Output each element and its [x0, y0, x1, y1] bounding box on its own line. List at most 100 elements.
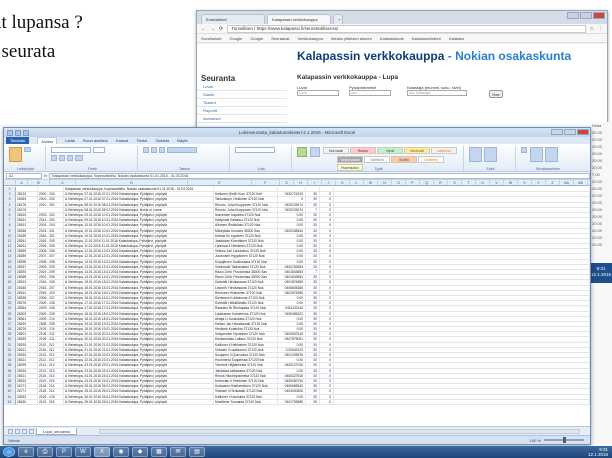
autosum-icon[interactable]: [521, 147, 527, 153]
underline-icon[interactable]: [67, 155, 73, 161]
sheet-nav-first-icon[interactable]: [8, 428, 13, 434]
bookmark-item[interactable]: Google: [229, 36, 242, 41]
minimize-button[interactable]: [567, 12, 579, 19]
font-size-select[interactable]: [93, 147, 105, 153]
reload-icon[interactable]: ⟳: [219, 26, 223, 32]
align-left-icon[interactable]: [143, 147, 149, 153]
column-header[interactable]: AA: [560, 180, 574, 185]
address-bar[interactable]: Turvallinen | https://www.kalapassi.fi/s…: [227, 24, 586, 33]
sheet-nav-last-icon[interactable]: [29, 428, 34, 434]
column-header[interactable]: D: [76, 180, 188, 185]
bookmark-item[interactable]: Ilmoita yhteisen alueen: [331, 36, 372, 41]
maximize-button[interactable]: [564, 129, 576, 135]
close-button[interactable]: [593, 12, 605, 19]
tab-review[interactable]: Tarkista: [155, 138, 169, 143]
tab-page-layout[interactable]: Sivun asettelu: [83, 138, 108, 143]
sidebar-item-luvat[interactable]: Luvat: [197, 83, 287, 91]
empty-cells[interactable]: [334, 399, 590, 405]
style-cell[interactable]: Selittävä: [364, 156, 390, 163]
close-button[interactable]: [577, 129, 589, 135]
column-header[interactable]: Z: [546, 180, 560, 185]
column-header[interactable]: T: [462, 180, 476, 185]
taskbar-app-icon[interactable]: ◆: [132, 447, 148, 457]
start-button[interactable]: [3, 447, 15, 457]
style-cell[interactable]: Neutraali: [403, 147, 430, 154]
column-header[interactable]: Y: [532, 180, 546, 185]
menu-icon[interactable]: ⋮: [598, 26, 603, 32]
find-select-icon[interactable]: [544, 147, 558, 162]
bookmark-item[interactable]: Seuraavat: [271, 36, 289, 41]
number-format-select[interactable]: [235, 147, 275, 153]
bookmark-item[interactable]: Google: [250, 36, 263, 41]
horizontal-scrollbar[interactable]: [98, 428, 580, 434]
column-header[interactable]: AC: [588, 180, 590, 185]
sort-filter-icon[interactable]: [529, 147, 543, 162]
table-cell[interactable]: 2119 - 215: [38, 399, 64, 405]
maximize-button[interactable]: [580, 12, 592, 19]
sheet-tab[interactable]: Lupa_seuranta: [36, 427, 77, 435]
bookmark-item[interactable]: Kalastus: [449, 36, 464, 41]
column-header[interactable]: L: [350, 180, 364, 185]
column-header[interactable]: W: [504, 180, 518, 185]
taskbar-app-icon[interactable]: ✉: [170, 447, 186, 457]
taskbar-app-icon[interactable]: e: [18, 447, 34, 457]
tab-home[interactable]: Aloitus: [37, 137, 58, 144]
formula-input[interactable]: Kalapassin verkkokauppa, hopeavaihtelu, …: [49, 172, 590, 179]
style-cell[interactable]: Syöttö: [391, 156, 417, 163]
bookmark-item[interactable]: Kalastusluvat: [380, 36, 404, 41]
fill-color-icon[interactable]: [75, 155, 83, 161]
taskbar-app-icon[interactable]: X: [94, 447, 110, 457]
column-header[interactable]: E: [188, 180, 252, 185]
taskbar-app-icon[interactable]: W: [75, 447, 91, 457]
spreadsheet-grid[interactable]: 1 Kalapassin verkkokauppa, hopeavaihtelu,…: [4, 187, 590, 427]
function-icon[interactable]: fx: [44, 173, 47, 178]
font-name-select[interactable]: [51, 147, 91, 153]
table-cell[interactable]: 0: [320, 399, 334, 405]
pvm-input[interactable]: ano: [349, 90, 391, 96]
sidebar-item-tilastot[interactable]: Tilastot: [197, 99, 287, 107]
sidebar-item-saaliit[interactable]: Saaliit: [197, 91, 287, 99]
style-cell[interactable]: Laskenta: [430, 147, 457, 154]
paste-icon[interactable]: [9, 147, 22, 162]
column-header[interactable]: G: [280, 180, 294, 185]
search-button[interactable]: Hae: [489, 90, 503, 98]
taskbar-app-icon[interactable]: ▦: [151, 447, 167, 457]
column-header[interactable]: AB: [574, 180, 588, 185]
table-cell[interactable]: 20: [306, 399, 320, 405]
bookmark-item[interactable]: Verkkokauppa: [298, 36, 323, 41]
row-header[interactable]: 42: [4, 399, 16, 405]
column-header[interactable]: B: [28, 180, 50, 185]
column-header[interactable]: I: [308, 180, 322, 185]
star-icon[interactable]: ☆: [590, 26, 594, 32]
column-header[interactable]: H: [294, 180, 308, 185]
style-cell[interactable]: Linkitetty: [418, 156, 444, 163]
tab-data[interactable]: Tiedot: [136, 138, 147, 143]
tab-formulas[interactable]: Kaavat: [116, 138, 128, 143]
browser-tab-kalapassi[interactable]: Kalapassin verkkokauppa: [267, 14, 331, 24]
taskbar-app-icon[interactable]: ⎙: [37, 447, 53, 457]
format-table-icon[interactable]: [309, 147, 320, 157]
column-header[interactable]: Q: [420, 180, 434, 185]
sidebar-item-asetukset[interactable]: Asetukset: [197, 115, 287, 123]
sheet-nav-next-icon[interactable]: [22, 428, 27, 434]
tab-view[interactable]: Näytä: [177, 138, 187, 143]
back-arrow-icon[interactable]: ←: [201, 26, 206, 32]
column-header[interactable]: R: [434, 180, 448, 185]
conditional-format-icon[interactable]: [297, 147, 307, 157]
column-header[interactable]: M: [364, 180, 378, 185]
column-header[interactable]: A: [16, 180, 28, 185]
taskbar-app-icon[interactable]: ▤: [189, 447, 205, 457]
bookmark-item[interactable]: Kalastusrekisteri: [412, 36, 441, 41]
bold-icon[interactable]: [51, 155, 57, 161]
italic-icon[interactable]: [59, 155, 65, 161]
sidebar-item-raportit[interactable]: Raportit: [197, 107, 287, 115]
column-header[interactable]: J: [322, 180, 336, 185]
column-header[interactable]: X: [518, 180, 532, 185]
column-header[interactable]: V: [490, 180, 504, 185]
browser-tab-ensivaiheet[interactable]: Ensivaiheet: [201, 14, 265, 24]
tab-insert[interactable]: Lisää: [65, 138, 75, 143]
column-header[interactable]: C: [50, 180, 76, 185]
zoom-level[interactable]: 100 %: [530, 438, 541, 443]
wrap-text-button[interactable]: [167, 147, 197, 153]
system-tray-clock[interactable]: 9:31 12.1.2016: [588, 447, 612, 457]
